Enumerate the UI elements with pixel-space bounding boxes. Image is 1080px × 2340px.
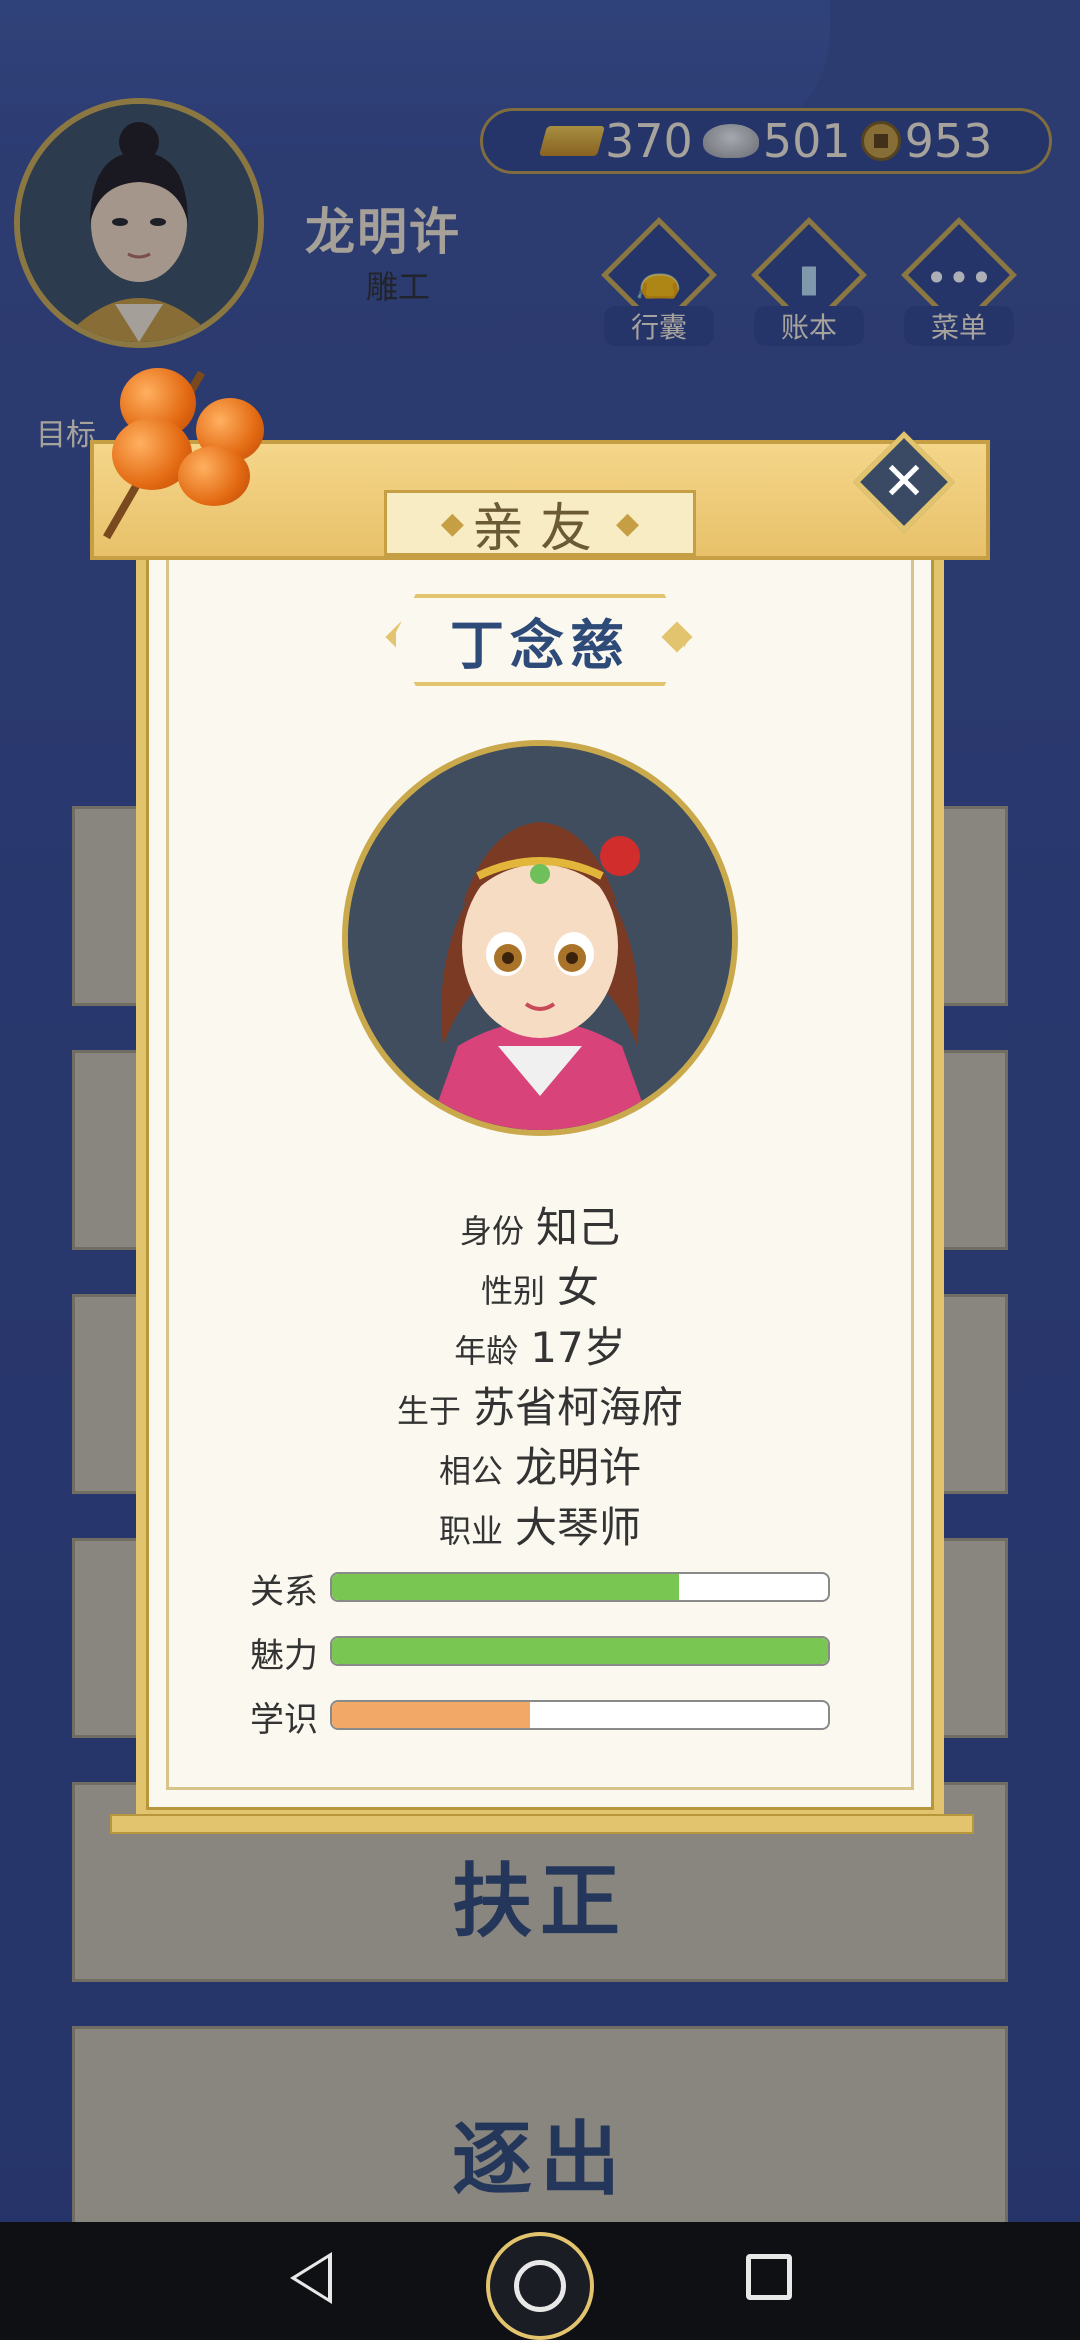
stat-charm: 魅力 (250, 1632, 830, 1676)
character-name: 丁念慈 (450, 613, 630, 677)
info-key: 相公 (438, 1452, 503, 1490)
stat-track (330, 1572, 830, 1602)
back-icon[interactable] (290, 2252, 332, 2304)
info-value: 17岁 (530, 1323, 626, 1372)
girl-portrait-icon (348, 746, 732, 1130)
info-value: 知己 (536, 1203, 621, 1252)
stat-label: 魅力 (250, 1636, 318, 1676)
info-value: 大琴师 (515, 1503, 642, 1552)
stat-track (330, 1700, 830, 1730)
close-icon[interactable]: ✕ (868, 446, 940, 518)
stat-relationship: 关系 (250, 1568, 830, 1612)
modal-title-box: ◆ 亲友 ◆ (384, 490, 696, 559)
character-portrait (342, 740, 738, 1136)
info-birthplace: 生于 苏省柯海府 (136, 1374, 944, 1435)
info-value: 女 (557, 1263, 600, 1312)
info-identity: 身份 知己 (136, 1194, 944, 1255)
stat-fill (332, 1574, 680, 1600)
info-gender: 性别女 (136, 1254, 944, 1315)
info-key: 性别 (480, 1272, 545, 1310)
info-value: 龙明许 (515, 1443, 642, 1492)
modal-title: 亲友 (471, 498, 608, 559)
info-value: 苏省柯海府 (473, 1383, 684, 1432)
title-dot-left: ◆ (440, 505, 464, 541)
info-age: 年龄 17岁 (136, 1314, 944, 1375)
info-key: 职业 (438, 1512, 503, 1550)
stat-label: 关系 (250, 1572, 318, 1612)
stat-fill (332, 1702, 531, 1728)
info-husband: 相公 龙明许 (136, 1434, 944, 1495)
info-key: 生于 (396, 1392, 461, 1430)
stat-label: 学识 (250, 1700, 318, 1740)
info-key: 身份 (459, 1212, 524, 1250)
modal-bottom-rod (110, 1814, 974, 1834)
title-dot-right: ◆ (616, 505, 640, 541)
friend-detail-modal (136, 520, 944, 1820)
home-button[interactable] (486, 2232, 594, 2340)
stat-knowledge: 学识 (250, 1696, 830, 1740)
stat-fill (332, 1638, 828, 1664)
stat-track (330, 1636, 830, 1666)
fruit-decoration (178, 446, 250, 506)
character-name-plate: 丁念慈 (392, 594, 688, 686)
home-icon (514, 2260, 566, 2312)
system-navbar (0, 2222, 1080, 2340)
recent-apps-icon[interactable] (746, 2254, 792, 2300)
info-key: 年龄 (454, 1332, 519, 1370)
info-occupation: 职业 大琴师 (136, 1494, 944, 1555)
